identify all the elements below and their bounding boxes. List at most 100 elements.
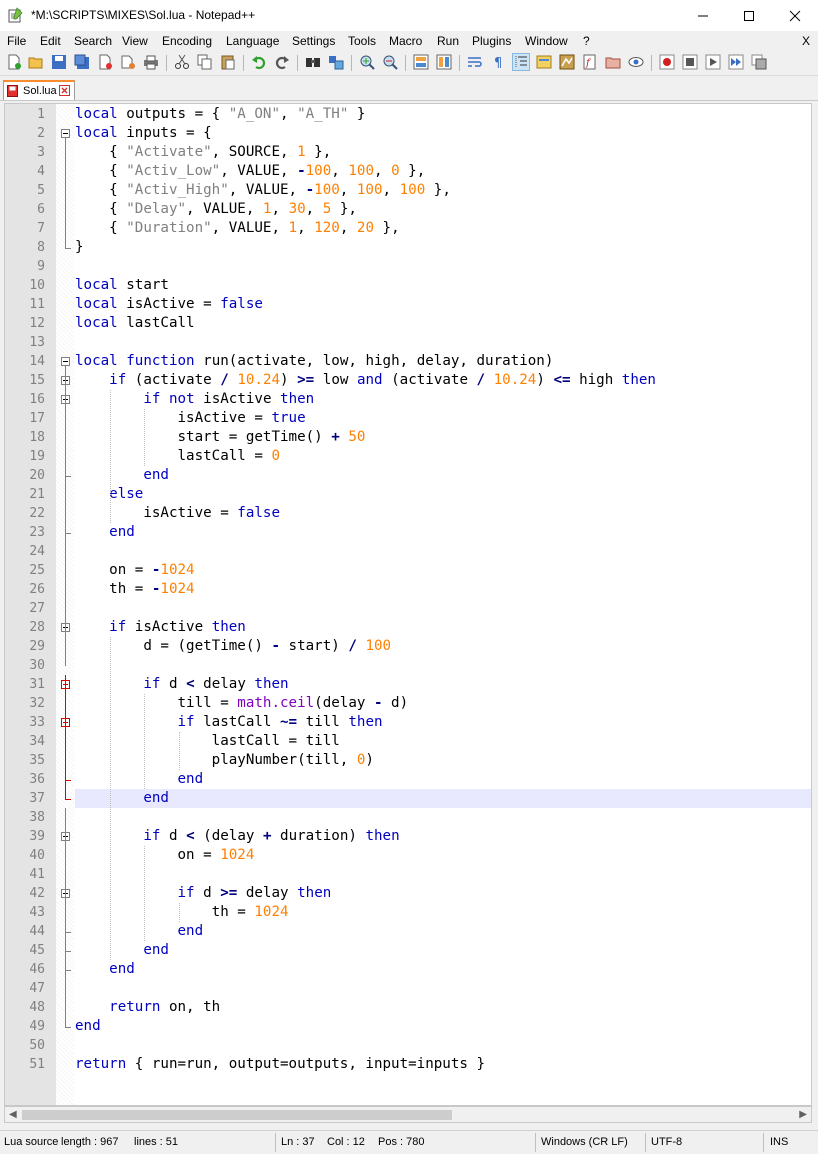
close-document-x[interactable]: X (802, 34, 810, 48)
scroll-right-icon[interactable]: ▶ (799, 1109, 807, 1120)
record-macro-icon[interactable] (659, 54, 675, 70)
code-line[interactable]: 8} (5, 238, 811, 257)
code-line[interactable]: 31 if d < delay then (5, 675, 811, 694)
code-line[interactable]: 49 end (5, 1017, 811, 1036)
menu-file[interactable]: File (7, 34, 26, 48)
code-line[interactable]: 50 (5, 1036, 811, 1055)
code-line[interactable]: 38 (5, 808, 811, 827)
code-line[interactable]: 5 { "Activ_High", VALUE, -100, 100, 100 … (5, 181, 811, 200)
code-line[interactable]: 35 playNumber(till, 0) (5, 751, 811, 770)
minimize-button[interactable] (680, 0, 726, 31)
menu-tools[interactable]: Tools (348, 34, 376, 48)
code-line[interactable]: 9 (5, 257, 811, 276)
code-line[interactable]: 33 if lastCall ~= till then (5, 713, 811, 732)
code-line[interactable]: 1 local outputs = { "A_ON", "A_TH" } (5, 105, 811, 124)
menu-macro[interactable]: Macro (389, 34, 422, 48)
code-line[interactable]: 21 else (5, 485, 811, 504)
code-line[interactable]: 42 if d >= delay then (5, 884, 811, 903)
code-line[interactable]: 15 if (activate / 10.24) >= low and (act… (5, 371, 811, 390)
playback-macro-icon[interactable] (705, 54, 721, 70)
zoom-in-icon[interactable] (359, 54, 375, 70)
code-line[interactable]: 7 { "Duration", VALUE, 1, 120, 20 }, (5, 219, 811, 238)
code-line[interactable]: 45 end (5, 941, 811, 960)
code-line[interactable]: 22 isActive = false (5, 504, 811, 523)
code-line[interactable]: 36 end (5, 770, 811, 789)
menu-window[interactable]: Window (525, 34, 568, 48)
menu-encoding[interactable]: Encoding (162, 34, 212, 48)
folder-as-workspace-icon[interactable] (605, 54, 621, 70)
user-language-icon[interactable] (536, 54, 552, 70)
menu-search[interactable]: Search (74, 34, 112, 48)
find-icon[interactable] (305, 54, 321, 70)
close-button[interactable] (772, 0, 818, 31)
code-line[interactable]: 34 lastCall = till (5, 732, 811, 751)
fold-toggle-icon[interactable] (61, 129, 70, 138)
indent-guide-icon[interactable] (512, 53, 530, 71)
show-all-characters-icon[interactable]: ¶ (490, 54, 506, 70)
code-line[interactable]: 17 isActive = true (5, 409, 811, 428)
word-wrap-icon[interactable] (467, 54, 483, 70)
paste-icon[interactable] (220, 54, 236, 70)
code-line[interactable]: 41 (5, 865, 811, 884)
run-macro-multiple-icon[interactable] (728, 54, 744, 70)
print-icon[interactable] (143, 54, 159, 70)
stop-recording-icon[interactable] (682, 54, 698, 70)
code-line[interactable]: 46 end (5, 960, 811, 979)
code-line[interactable]: 12 local lastCall (5, 314, 811, 333)
save-icon[interactable] (51, 54, 67, 70)
menu-settings[interactable]: Settings (292, 34, 335, 48)
function-list-icon[interactable]: f (582, 54, 598, 70)
save-all-icon[interactable] (74, 54, 90, 70)
copy-icon[interactable] (197, 54, 213, 70)
maximize-button[interactable] (726, 0, 772, 31)
sync-vertical-icon[interactable] (413, 54, 429, 70)
code-line[interactable]: 3 { "Activate", SOURCE, 1 }, (5, 143, 811, 162)
menu-plugins[interactable]: Plugins (472, 34, 511, 48)
code-line[interactable]: 13 (5, 333, 811, 352)
code-line[interactable]: 43 th = 1024 (5, 903, 811, 922)
code-line[interactable]: 14 local function run(activate, low, high… (5, 352, 811, 371)
code-line[interactable]: 2 local inputs = { (5, 124, 811, 143)
code-line[interactable]: 26 th = -1024 (5, 580, 811, 599)
code-line[interactable]: 37 end (5, 789, 811, 808)
menu-run[interactable]: Run (437, 34, 459, 48)
new-file-icon[interactable] (6, 54, 22, 70)
code-line[interactable]: 28 if isActive then (5, 618, 811, 637)
open-file-icon[interactable] (28, 54, 44, 70)
tab-close-icon[interactable] (59, 85, 70, 96)
code-line[interactable]: 6 { "Delay", VALUE, 1, 30, 5 }, (5, 200, 811, 219)
redo-icon[interactable] (274, 54, 290, 70)
cut-icon[interactable] (174, 54, 190, 70)
menu-edit[interactable]: Edit (40, 34, 61, 48)
code-line[interactable]: 11 local isActive = false (5, 295, 811, 314)
scroll-left-icon[interactable]: ◀ (9, 1109, 17, 1120)
undo-icon[interactable] (251, 54, 267, 70)
scrollbar-thumb[interactable] (22, 1110, 452, 1120)
code-line[interactable]: 39 if d < (delay + duration) then (5, 827, 811, 846)
close-file-icon[interactable] (97, 54, 113, 70)
code-line[interactable]: 10 local start (5, 276, 811, 295)
menu-language[interactable]: Language (226, 34, 279, 48)
zoom-out-icon[interactable] (382, 54, 398, 70)
menu-view[interactable]: View (122, 34, 148, 48)
code-line[interactable]: 47 (5, 979, 811, 998)
code-line[interactable]: 40 on = 1024 (5, 846, 811, 865)
sync-horizontal-icon[interactable] (436, 54, 452, 70)
code-line[interactable]: 16 if not isActive then (5, 390, 811, 409)
monitoring-icon[interactable] (628, 54, 644, 70)
code-line[interactable]: 48 return on, th (5, 998, 811, 1017)
code-line[interactable]: 29 d = (getTime() - start) / 100 (5, 637, 811, 656)
code-line[interactable]: 25 on = -1024 (5, 561, 811, 580)
code-line[interactable]: 32 till = math.ceil(delay - d) (5, 694, 811, 713)
fold-toggle-icon[interactable] (61, 357, 70, 366)
code-line[interactable]: 44 end (5, 922, 811, 941)
code-line[interactable]: 4 { "Activ_Low", VALUE, -100, 100, 0 }, (5, 162, 811, 181)
menu-help[interactable]: ? (583, 34, 590, 48)
horizontal-scrollbar[interactable]: ◀ ▶ (4, 1106, 812, 1123)
code-line[interactable]: 27 (5, 599, 811, 618)
code-line[interactable]: 24 (5, 542, 811, 561)
code-line[interactable]: 20 end (5, 466, 811, 485)
code-line[interactable]: 23 end (5, 523, 811, 542)
code-line[interactable]: 30 (5, 656, 811, 675)
close-all-icon[interactable] (120, 54, 136, 70)
